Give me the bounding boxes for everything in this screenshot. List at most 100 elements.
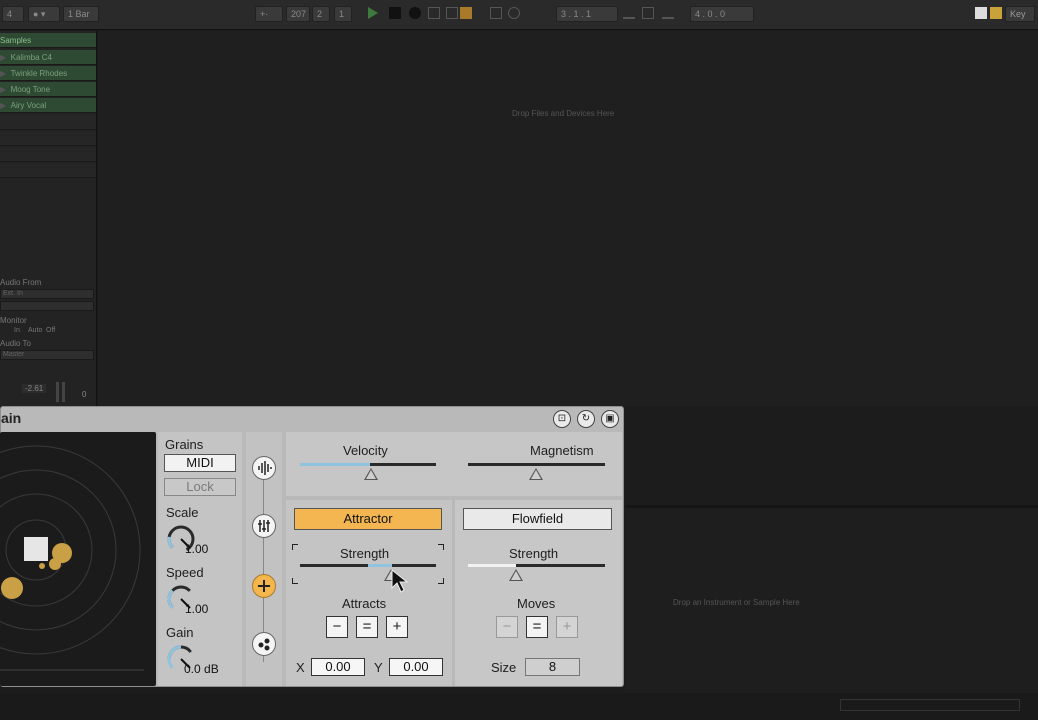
clip-slot[interactable]: ▶ Airy Vocal bbox=[0, 98, 96, 113]
key-map-icon[interactable] bbox=[990, 7, 1002, 19]
audio-channel-select[interactable] bbox=[0, 301, 94, 311]
device-drop-area[interactable]: Drop an Instrument or Sample Here bbox=[625, 505, 1038, 695]
empty-clip-slot[interactable] bbox=[0, 147, 96, 162]
session-record-icon[interactable] bbox=[508, 7, 520, 19]
map-icon[interactable]: ⊡ bbox=[553, 410, 571, 428]
monitor-off-button[interactable]: Off bbox=[46, 327, 55, 334]
punch-out-icon[interactable] bbox=[662, 7, 674, 19]
loop-switch-icon[interactable] bbox=[623, 7, 635, 19]
velocity-slider-thumb[interactable] bbox=[364, 468, 378, 480]
x-field[interactable]: 0.00 bbox=[311, 658, 365, 676]
refresh-icon[interactable]: ↻ bbox=[577, 410, 595, 428]
attracts-minus-button[interactable]: − bbox=[326, 616, 348, 638]
play-icon[interactable] bbox=[368, 7, 378, 19]
attracts-plus-button[interactable]: + bbox=[386, 616, 408, 638]
level-meter bbox=[56, 382, 59, 402]
grain-particle bbox=[39, 563, 45, 569]
tap-tempo-button[interactable]: +· bbox=[255, 6, 283, 22]
motion-panel: Velocity Magnetism bbox=[286, 432, 622, 496]
clip-slot[interactable]: ▶ Kalimba C4 bbox=[0, 50, 96, 65]
level-meter bbox=[62, 382, 65, 402]
tempo-field[interactable]: 207 bbox=[286, 6, 310, 22]
stop-icon[interactable] bbox=[389, 7, 401, 19]
y-field[interactable]: 0.00 bbox=[389, 658, 443, 676]
moves-plus-button[interactable]: + bbox=[556, 616, 578, 638]
attractor-strength-label: Strength bbox=[340, 546, 390, 561]
empty-clip-slot[interactable] bbox=[0, 163, 96, 178]
attracts-label: Attracts bbox=[342, 596, 387, 611]
waveform-icon[interactable] bbox=[252, 456, 276, 480]
magnetism-slider[interactable] bbox=[468, 463, 605, 466]
mixer-icon[interactable] bbox=[252, 514, 276, 538]
play-clip-icon[interactable]: ▶ bbox=[0, 101, 6, 110]
audio-to-label: Audio To bbox=[0, 339, 31, 348]
scale-label: Scale bbox=[166, 505, 199, 520]
magnetism-label: Magnetism bbox=[530, 443, 594, 458]
audio-to-select[interactable]: Master bbox=[0, 350, 94, 360]
drop-area[interactable]: Drop Files and Devices Here bbox=[98, 31, 1038, 406]
transport-bar: 4 ● ▾ 1 Bar +· 207 2 1 3 . 1 . 1 4 . 0 .… bbox=[0, 0, 1038, 30]
moves-minus-button[interactable]: − bbox=[496, 616, 518, 638]
magnetism-slider-thumb[interactable] bbox=[529, 468, 543, 480]
play-clip-icon[interactable]: ▶ bbox=[0, 85, 6, 94]
draw-mode-icon[interactable] bbox=[975, 7, 987, 19]
capture-midi-icon[interactable] bbox=[490, 7, 502, 19]
empty-clip-slot[interactable] bbox=[0, 131, 96, 146]
volume-readout[interactable]: -2.61 bbox=[22, 384, 47, 393]
scale-value: 1.00 bbox=[185, 542, 209, 556]
flowfield-strength-label: Strength bbox=[509, 546, 559, 561]
drop-hint: Drop Files and Devices Here bbox=[512, 109, 615, 118]
device-title: ain bbox=[1, 410, 22, 426]
quantize-dropdown[interactable]: 1 Bar bbox=[63, 6, 99, 22]
device-drop-hint: Drop an Instrument or Sample Here bbox=[673, 598, 800, 607]
focus-bracket bbox=[292, 578, 298, 584]
record-icon[interactable] bbox=[409, 7, 421, 19]
size-field[interactable]: 8 bbox=[525, 658, 580, 676]
overview-scroll[interactable] bbox=[840, 699, 1020, 711]
clip-slot[interactable]: ▶ Twinkle Rhodes bbox=[0, 66, 96, 81]
re-enable-automation-icon[interactable] bbox=[460, 7, 472, 19]
empty-clip-slot[interactable] bbox=[0, 115, 96, 130]
mode-icon-strip bbox=[246, 432, 282, 686]
grains-panel: Grains MIDI Lock Scale 1.00 Speed 1.00 G… bbox=[158, 432, 242, 686]
grains-label: Grains bbox=[165, 437, 204, 452]
attractor-strength-fill bbox=[368, 564, 392, 567]
audio-from-select[interactable]: Ext. In bbox=[0, 289, 94, 299]
play-clip-icon[interactable]: ▶ bbox=[0, 53, 6, 62]
attractor-button[interactable]: Attractor bbox=[294, 508, 442, 530]
flowfield-strength-fill bbox=[468, 564, 516, 567]
moves-equals-button[interactable]: = bbox=[526, 616, 548, 638]
monitor-label: Monitor bbox=[0, 316, 27, 325]
add-attractor-icon[interactable] bbox=[252, 574, 276, 598]
x-label: X bbox=[296, 660, 305, 675]
focus-bracket bbox=[438, 578, 444, 584]
grain-visualizer[interactable] bbox=[0, 432, 156, 686]
record-mode-dropdown[interactable]: ● ▾ bbox=[28, 6, 60, 22]
overdub-icon[interactable] bbox=[428, 7, 440, 19]
speed-label: Speed bbox=[166, 565, 204, 580]
key-map-button[interactable]: Key bbox=[1005, 6, 1035, 22]
play-clip-icon[interactable]: ▶ bbox=[0, 69, 6, 78]
punch-in-icon[interactable] bbox=[642, 7, 654, 19]
velocity-slider-fill bbox=[300, 463, 370, 466]
particles-icon[interactable] bbox=[252, 632, 276, 656]
time-signature[interactable]: 1 bbox=[334, 6, 352, 22]
status-bar bbox=[0, 693, 1038, 720]
flowfield-strength-thumb[interactable] bbox=[509, 569, 523, 581]
clip-slot[interactable]: ▶ Moog Tone bbox=[0, 82, 96, 97]
lock-button[interactable]: Lock bbox=[164, 478, 236, 496]
save-icon[interactable]: ▣ bbox=[601, 410, 619, 428]
attracts-equals-button[interactable]: = bbox=[356, 616, 378, 638]
loop-length[interactable]: 4 . 0 . 0 bbox=[690, 6, 754, 22]
automation-arm-icon[interactable] bbox=[446, 7, 458, 19]
arrangement-position[interactable]: 3 . 1 . 1 bbox=[556, 6, 618, 22]
monitor-auto-button[interactable]: Auto bbox=[28, 327, 42, 334]
midi-button[interactable]: MIDI bbox=[164, 454, 236, 472]
meter-value[interactable]: 4 bbox=[2, 6, 24, 22]
tempo-fraction[interactable]: 2 bbox=[312, 6, 330, 22]
browser-category[interactable]: Samples bbox=[0, 33, 96, 48]
audio-from-label: Audio From bbox=[0, 278, 42, 287]
monitor-in-button[interactable]: In bbox=[14, 327, 20, 334]
pan-readout[interactable]: 0 bbox=[82, 390, 86, 399]
flowfield-button[interactable]: Flowfield bbox=[463, 508, 612, 530]
